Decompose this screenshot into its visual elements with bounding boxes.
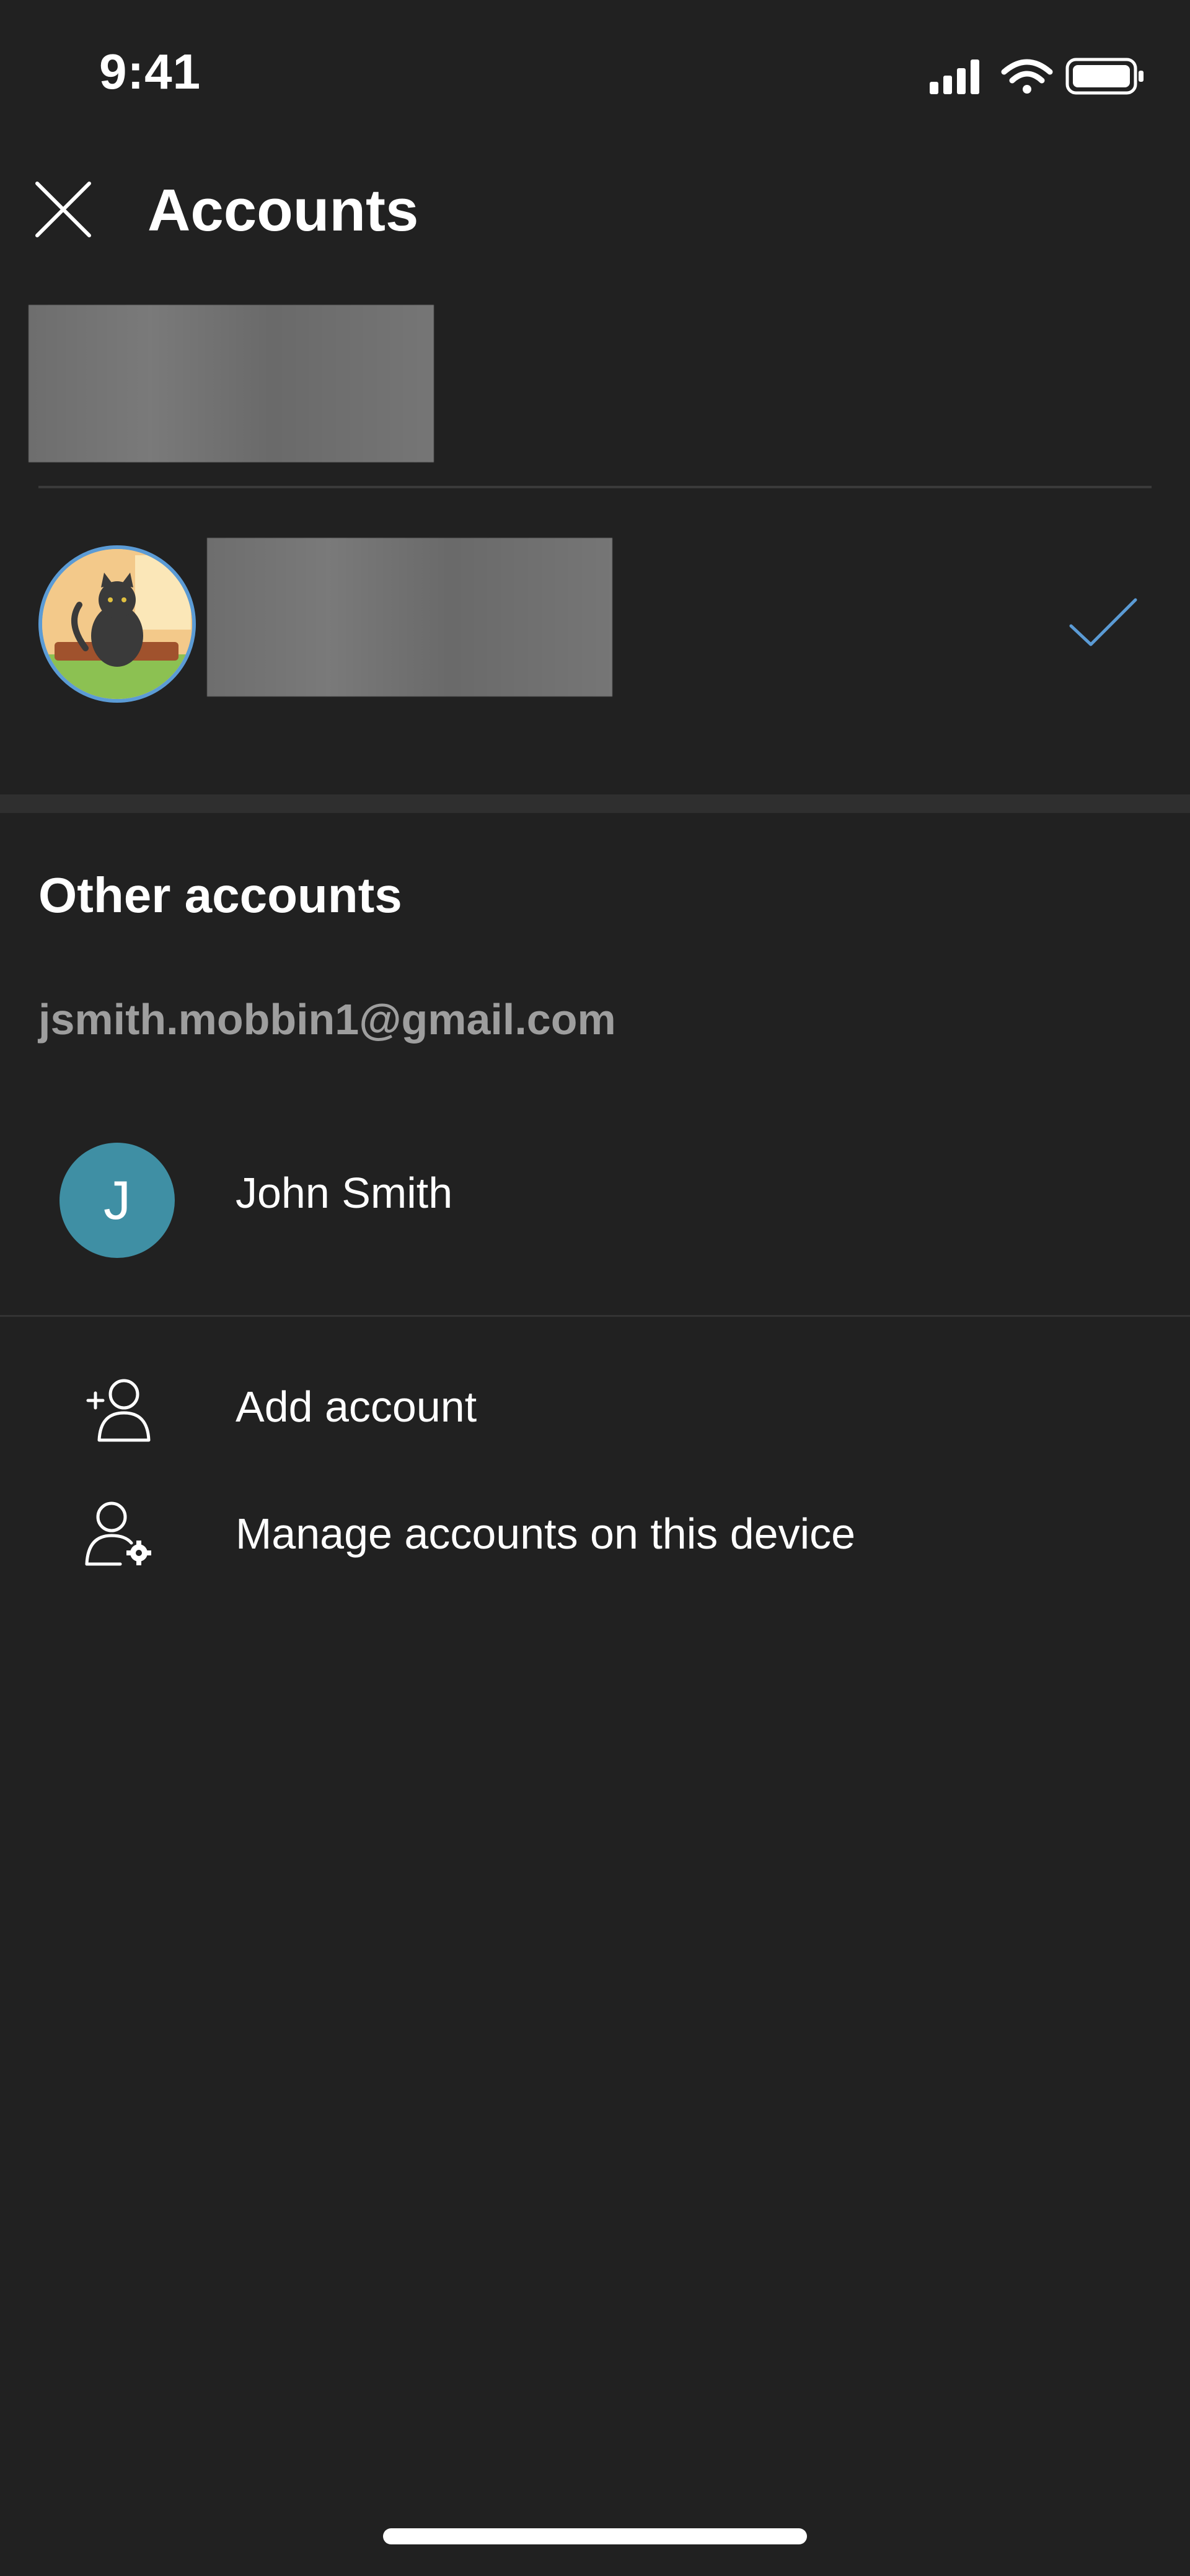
close-button[interactable] bbox=[33, 180, 93, 239]
add-person-icon bbox=[86, 1379, 151, 1442]
checkmark-icon bbox=[1069, 598, 1137, 646]
manage-accounts-button-icon[interactable] bbox=[82, 1500, 156, 1568]
close-icon bbox=[35, 182, 91, 237]
signal-icon bbox=[930, 59, 979, 94]
account-avatar-initial[interactable]: J bbox=[60, 1143, 175, 1258]
home-indicator[interactable] bbox=[383, 2528, 807, 2544]
other-account-email: jsmith.mobbin1@gmail.com bbox=[38, 995, 616, 1044]
cat-photo-icon bbox=[42, 549, 192, 699]
current-account-name-redacted bbox=[207, 538, 612, 697]
page-title: Accounts bbox=[148, 177, 419, 244]
selected-account-indicator bbox=[1066, 595, 1140, 651]
manage-accounts-button[interactable]: Manage accounts on this device bbox=[236, 1506, 855, 1562]
add-account-button-icon[interactable] bbox=[82, 1376, 156, 1444]
wifi-icon bbox=[1001, 59, 1053, 94]
manage-person-icon bbox=[85, 1501, 151, 1566]
battery-icon bbox=[1065, 58, 1144, 95]
status-icons bbox=[930, 53, 1147, 97]
section-separator bbox=[0, 794, 1190, 813]
current-account-banner-redacted bbox=[29, 305, 434, 462]
other-accounts-title: Other accounts bbox=[38, 868, 402, 923]
add-account-button[interactable]: Add account bbox=[236, 1379, 477, 1435]
status-time: 9:41 bbox=[99, 44, 201, 99]
divider bbox=[38, 486, 1152, 488]
divider bbox=[0, 1315, 1190, 1317]
current-account-avatar[interactable] bbox=[38, 545, 196, 703]
account-name[interactable]: John Smith bbox=[236, 1165, 452, 1221]
